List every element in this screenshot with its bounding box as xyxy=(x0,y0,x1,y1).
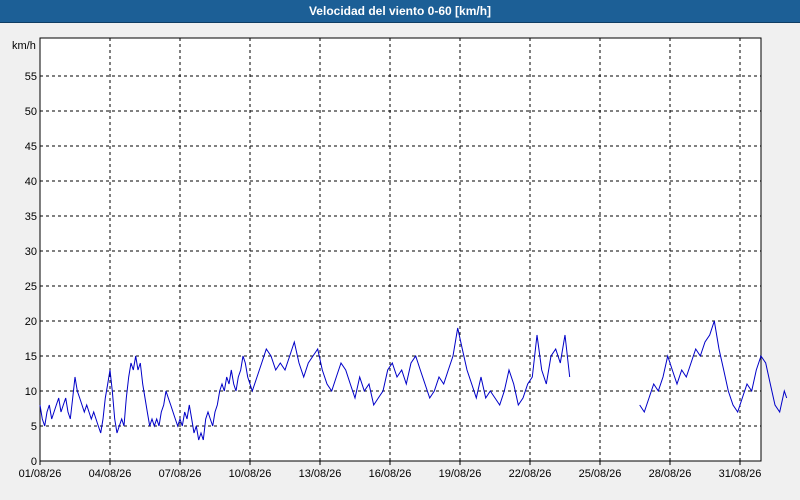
y-tick-label: 5 xyxy=(31,421,37,433)
y-tick-label: 35 xyxy=(25,211,37,223)
y-tick-label: 20 xyxy=(25,316,37,328)
x-tick-label: 04/08/26 xyxy=(89,468,132,480)
y-tick-label: 30 xyxy=(25,246,37,258)
x-tick-label: 01/08/26 xyxy=(19,468,62,480)
x-tick-label: 16/08/26 xyxy=(369,468,412,480)
x-tick-label: 28/08/26 xyxy=(649,468,692,480)
x-tick-label: 07/08/26 xyxy=(159,468,202,480)
y-axis-unit-label: km/h xyxy=(12,40,36,52)
y-tick-label: 15 xyxy=(25,351,37,363)
y-tick-label: 45 xyxy=(25,141,37,153)
chart-title: Velocidad del viento 0-60 [km/h] xyxy=(308,4,492,18)
x-tick-label: 10/08/26 xyxy=(229,468,272,480)
chart-area: km/h 0 5 10 15 20 25 30 35 40 45 50 55 01/08/26 04/08… xyxy=(0,23,800,500)
plot-area: 0 5 10 15 20 25 30 35 40 45 50 55 01/08/26 04/08/26 07… xyxy=(19,37,788,480)
x-tick-label: 13/08/26 xyxy=(299,468,342,480)
y-tick-label: 55 xyxy=(25,71,37,83)
x-tick-label: 22/08/26 xyxy=(509,468,552,480)
x-tick-label: 19/08/26 xyxy=(439,468,482,480)
y-tick-label: 10 xyxy=(25,386,37,398)
y-tick-label: 40 xyxy=(25,176,37,188)
wind-speed-chart: km/h 0 5 10 15 20 25 30 35 40 45 50 55 01/08/26 04/08… xyxy=(0,23,800,500)
y-tick-label: 50 xyxy=(25,106,37,118)
chart-title-bar: Velocidad del viento 0-60 [km/h] xyxy=(0,0,800,23)
y-tick-label: 25 xyxy=(25,281,37,293)
plot-background xyxy=(40,38,761,461)
x-tick-label: 31/08/26 xyxy=(719,468,762,480)
x-tick-label: 25/08/26 xyxy=(579,468,622,480)
y-tick-label: 0 xyxy=(31,456,37,468)
